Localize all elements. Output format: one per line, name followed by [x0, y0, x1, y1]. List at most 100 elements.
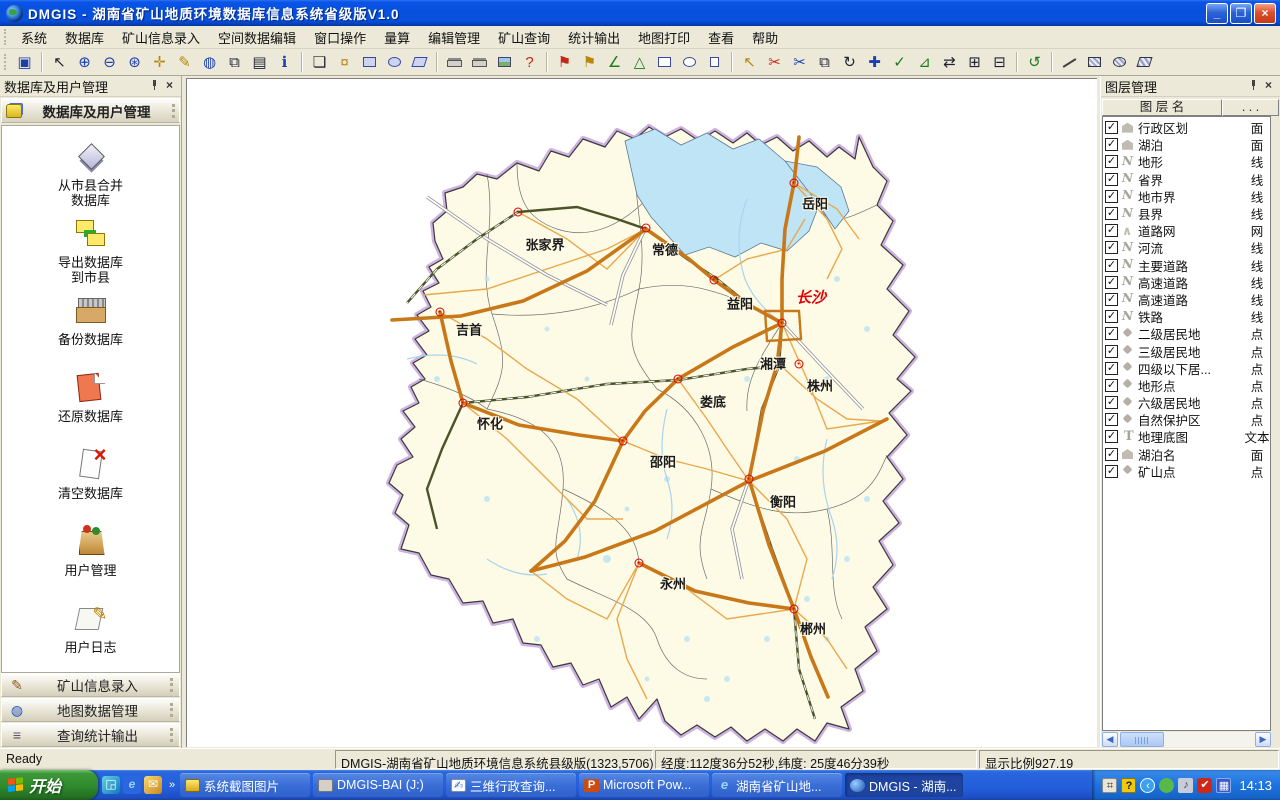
- minimize-button[interactable]: _: [1206, 3, 1228, 24]
- close-panel-icon[interactable]: ×: [1261, 79, 1276, 93]
- layer-row[interactable]: ✓ 湖泊名 面: [1105, 446, 1270, 463]
- scrollbar-thumb[interactable]: [1120, 732, 1164, 747]
- rotate-feature-icon[interactable]: ↻: [838, 51, 861, 73]
- layer-checkbox[interactable]: ✓: [1105, 413, 1118, 426]
- city-marker[interactable]: [436, 308, 445, 317]
- draw-line-icon[interactable]: [1058, 51, 1081, 73]
- task-microsoft-powerpoint[interactable]: P Microsoft Pow...: [579, 773, 709, 797]
- print-setup-icon[interactable]: [468, 51, 491, 73]
- menu-help[interactable]: 帮助: [743, 25, 787, 50]
- circle-tool-icon[interactable]: [678, 51, 701, 73]
- toolbar-grip-handle[interactable]: [4, 54, 8, 70]
- menu-grip-handle[interactable]: [4, 29, 8, 45]
- layer-checkbox[interactable]: ✓: [1105, 276, 1118, 289]
- layer-checkbox[interactable]: ✓: [1105, 138, 1118, 151]
- layer-row[interactable]: ✓ 地市界 线: [1105, 188, 1270, 205]
- refresh-brush-icon[interactable]: ✎: [173, 51, 196, 73]
- layer-row[interactable]: ✓ 河流 线: [1105, 239, 1270, 256]
- pgram-zoom-icon[interactable]: [408, 51, 431, 73]
- task-3d-admin-query[interactable]: ✍ 三维行政查询...: [446, 773, 576, 797]
- item-clear-db[interactable]: 清空数据库: [2, 446, 179, 523]
- menu-edit-manage[interactable]: 编辑管理: [419, 25, 489, 50]
- info-icon[interactable]: ℹ: [273, 51, 296, 73]
- copy-features-icon[interactable]: ⧉: [813, 51, 836, 73]
- layer-checkbox[interactable]: ✓: [1105, 241, 1118, 254]
- identify-icon[interactable]: ¤: [333, 51, 356, 73]
- item-merge-db[interactable]: 从市县合并 数据库: [2, 138, 179, 215]
- city-marker[interactable]: [790, 605, 799, 614]
- city-marker[interactable]: [514, 208, 523, 217]
- layer-row[interactable]: ✓ 高速道路 线: [1105, 291, 1270, 308]
- city-marker[interactable]: [710, 276, 719, 285]
- layer-checkbox[interactable]: ✓: [1105, 207, 1118, 220]
- menu-mine-info-entry[interactable]: 矿山信息录入: [113, 25, 209, 50]
- edit-select-icon[interactable]: ↖: [738, 51, 761, 73]
- flag-edit-icon[interactable]: ⚑: [578, 51, 601, 73]
- copy-map-window-icon[interactable]: ⧉: [223, 51, 246, 73]
- item-backup-db[interactable]: 备份数据库: [2, 292, 179, 369]
- hatch-ellipse-icon[interactable]: [1108, 51, 1131, 73]
- layer-row[interactable]: ✓ 地理底图 文本: [1105, 428, 1270, 445]
- layer-checkbox[interactable]: ✓: [1105, 396, 1118, 409]
- rect-tool-icon[interactable]: [653, 51, 676, 73]
- group-query-stats-output[interactable]: ≡ 查询统计输出: [1, 723, 180, 747]
- clip-region-icon[interactable]: ✂: [788, 51, 811, 73]
- layer-checkbox[interactable]: ✓: [1105, 190, 1118, 203]
- menu-window-ops[interactable]: 窗口操作: [305, 25, 375, 50]
- scroll-left-icon[interactable]: ◀: [1102, 732, 1118, 747]
- item-user-log[interactable]: 用户日志: [2, 600, 179, 673]
- task-dmgis-hunan[interactable]: DMGIS - 湖南...: [845, 773, 963, 797]
- layer-row[interactable]: ✓ 省界 线: [1105, 171, 1270, 188]
- layer-row[interactable]: ✓ 三级居民地 点: [1105, 342, 1270, 359]
- item-export-db[interactable]: 导出数据库 到市县: [2, 215, 179, 292]
- map-canvas[interactable]: 岳阳 张家界 常德 益阳 长沙 吉首 湘潭 株州: [186, 78, 1097, 747]
- item-restore-db[interactable]: 还原数据库: [2, 369, 179, 446]
- layer-row[interactable]: ✓ 道路网 网: [1105, 222, 1270, 239]
- cut-features-icon[interactable]: ✂: [763, 51, 786, 73]
- layer-row[interactable]: ✓ 高速道路 线: [1105, 274, 1270, 291]
- start-button[interactable]: 开始: [0, 770, 98, 800]
- tray-security-shield-icon[interactable]: ✔: [1197, 778, 1212, 793]
- flip-feature-icon[interactable]: ⇄: [938, 51, 961, 73]
- group-map-data-manage[interactable]: ◍ 地图数据管理: [1, 698, 180, 722]
- city-marker[interactable]: [674, 375, 683, 384]
- map-window-icon[interactable]: ▣: [13, 51, 36, 73]
- group-mine-info-entry[interactable]: ✎ 矿山信息录入: [1, 673, 180, 697]
- layer-checkbox[interactable]: ✓: [1105, 310, 1118, 323]
- pan-icon[interactable]: ✛: [148, 51, 171, 73]
- layer-checkbox[interactable]: ✓: [1105, 362, 1118, 375]
- layer-name-column-header[interactable]: 图 层 名: [1102, 99, 1222, 116]
- layer-checkbox[interactable]: ✓: [1105, 173, 1118, 186]
- city-marker[interactable]: [790, 179, 799, 188]
- pin-icon[interactable]: [1246, 79, 1261, 93]
- print-preview-icon[interactable]: ❏: [308, 51, 331, 73]
- layer-row[interactable]: ✓ 六级居民地 点: [1105, 394, 1270, 411]
- quicklaunch-mail-icon[interactable]: ✉: [144, 776, 162, 794]
- layer-checkbox[interactable]: ✓: [1105, 465, 1118, 478]
- merge-features-icon[interactable]: ⊞: [963, 51, 986, 73]
- layer-checkbox[interactable]: ✓: [1105, 259, 1118, 272]
- layer-checkbox[interactable]: ✓: [1105, 327, 1118, 340]
- measure-area-icon[interactable]: △: [628, 51, 651, 73]
- export-image-icon[interactable]: [493, 51, 516, 73]
- measure-line-icon[interactable]: ∠: [603, 51, 626, 73]
- menu-database[interactable]: 数据库: [56, 25, 113, 50]
- scroll-right-icon[interactable]: ▶: [1255, 732, 1271, 747]
- tray-language-back-icon[interactable]: ‹: [1140, 778, 1155, 793]
- layer-checkbox[interactable]: ✓: [1105, 293, 1118, 306]
- close-panel-icon[interactable]: ×: [162, 79, 177, 93]
- layer-horizontal-scrollbar[interactable]: ◀ ▶: [1102, 732, 1271, 747]
- menu-view[interactable]: 查看: [699, 25, 743, 50]
- tray-update-icon[interactable]: [1159, 778, 1174, 793]
- select-cursor-icon[interactable]: ↖: [48, 51, 71, 73]
- layer-row[interactable]: ✓ 主要道路 线: [1105, 257, 1270, 274]
- layer-row[interactable]: ✓ 地形 线: [1105, 153, 1270, 170]
- print-icon[interactable]: [443, 51, 466, 73]
- tray-ime-help-icon[interactable]: ?: [1121, 778, 1136, 793]
- menu-map-print[interactable]: 地图打印: [629, 25, 699, 50]
- hatch-rect-icon[interactable]: [1083, 51, 1106, 73]
- layer-row[interactable]: ✓ 铁路 线: [1105, 308, 1270, 325]
- layer-checkbox[interactable]: ✓: [1105, 379, 1118, 392]
- layer-row[interactable]: ✓ 二级居民地 点: [1105, 325, 1270, 342]
- pin-icon[interactable]: [147, 79, 162, 93]
